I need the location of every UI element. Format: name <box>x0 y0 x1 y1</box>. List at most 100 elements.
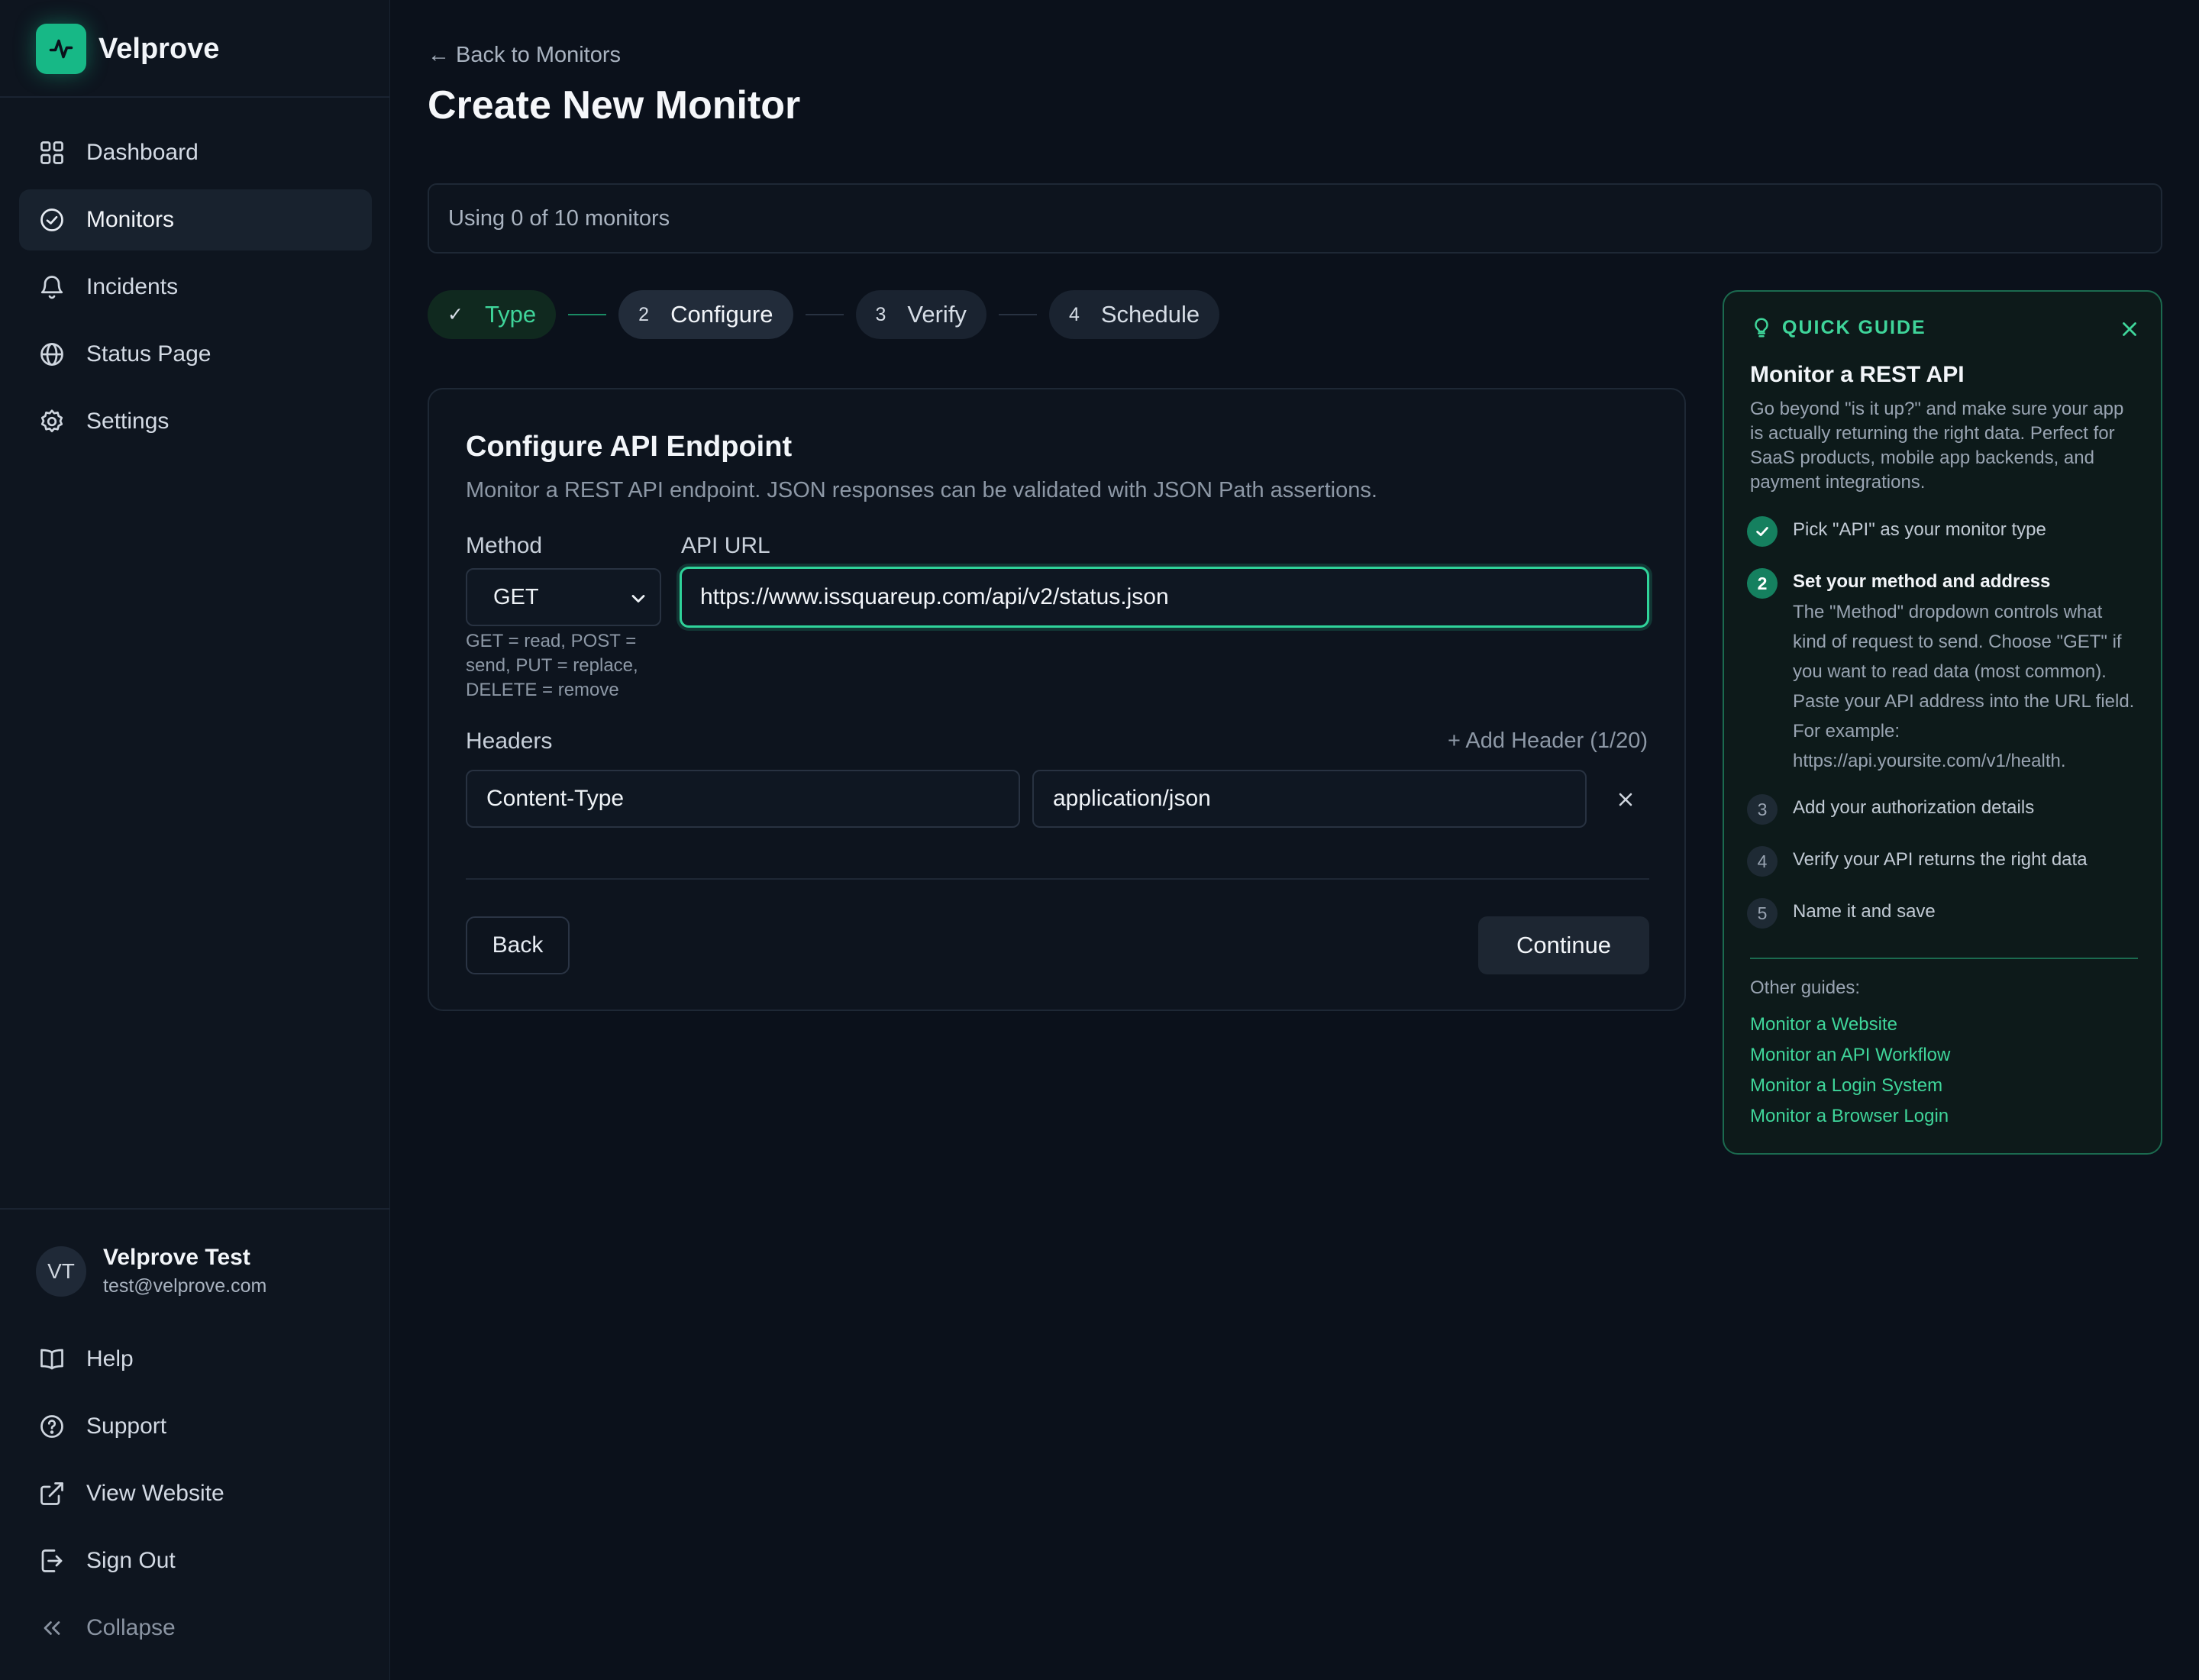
guide-step-text: Set your method and address <box>1793 571 2051 592</box>
user-email: test@velprove.com <box>103 1275 267 1297</box>
help-label: Help <box>86 1346 134 1371</box>
brand[interactable]: Velprove <box>36 23 219 75</box>
view-website-link[interactable]: View Website <box>19 1463 372 1524</box>
api-url-value: https://www.issquareup.com/api/v2/status… <box>700 584 1169 609</box>
guide-step-number: 2 <box>1747 568 1778 599</box>
step-connector <box>998 314 1037 315</box>
usage-text: Using 0 of 10 monitors <box>448 205 670 231</box>
continue-button[interactable]: Continue <box>1478 916 1649 974</box>
guide-step-number: 5 <box>1747 898 1778 929</box>
gear-icon <box>37 407 66 436</box>
card-description: Monitor a REST API endpoint. JSON respon… <box>466 478 1377 502</box>
header-key-input[interactable]: Content-Type <box>466 770 1020 828</box>
sidebar-item-label: Incidents <box>86 274 179 299</box>
sidebar-item-dashboard[interactable]: Dashboard <box>19 122 372 183</box>
lightbulb-icon <box>1755 318 1768 338</box>
method-hint: GET = read, POST = send, PUT = replace, … <box>466 631 638 700</box>
guide-title: Monitor a REST API <box>1750 362 1965 387</box>
header-key-value: Content-Type <box>486 786 625 811</box>
card-title: Configure API Endpoint <box>466 431 793 463</box>
guide-link-login-system[interactable]: Monitor a Login System <box>1750 1075 1942 1097</box>
user-profile[interactable]: VT Velprove Test test@velprove.com <box>36 1245 266 1297</box>
check-icon: ✓ <box>447 304 463 325</box>
guide-link-website[interactable]: Monitor a Website <box>1750 1014 1897 1035</box>
book-icon <box>37 1345 66 1374</box>
collapse-label: Collapse <box>86 1615 176 1640</box>
sidebar-item-monitors[interactable]: Monitors <box>19 189 372 250</box>
support-link[interactable]: Support <box>19 1396 372 1457</box>
back-button[interactable]: Back <box>466 916 570 974</box>
api-url-input[interactable]: https://www.issquareup.com/api/v2/status… <box>680 567 1649 628</box>
other-guides-label: Other guides: <box>1750 977 1861 998</box>
step-number: 2 <box>638 303 650 325</box>
help-circle-icon <box>37 1412 66 1441</box>
step-label: Schedule <box>1100 301 1200 328</box>
guide-step-text: Add your authorization details <box>1793 797 2035 818</box>
close-icon[interactable] <box>2118 318 2141 341</box>
step-connector <box>568 314 607 315</box>
back-to-monitors-link[interactable]: ← Back to Monitors <box>428 43 621 68</box>
chevron-down-icon <box>631 595 645 603</box>
guide-step: Pick "API" as your monitor type <box>1747 515 2136 547</box>
sidebar: Velprove Dashboard Monitors Incidents St… <box>0 0 390 1680</box>
method-select[interactable]: GET <box>466 568 661 626</box>
sign-out-button[interactable]: Sign Out <box>19 1530 372 1591</box>
step-configure[interactable]: 2 Configure <box>618 290 793 339</box>
bell-icon <box>37 273 66 302</box>
avatar: VT <box>36 1245 86 1297</box>
check-circle-icon <box>37 205 66 234</box>
guide-step-detail: The "Method" dropdown controls what kind… <box>1793 602 2135 771</box>
close-icon <box>1619 793 1632 806</box>
add-header-button[interactable]: + Add Header (1/20) <box>1448 729 1648 754</box>
usage-banner: Using 0 of 10 monitors <box>428 183 2162 254</box>
guide-description: Go beyond "is it up?" and make sure your… <box>1750 399 2124 493</box>
activity-logo-icon <box>36 24 86 74</box>
guide-divider <box>1750 958 2138 959</box>
chevrons-left-icon <box>37 1614 66 1643</box>
api-url-label: API URL <box>681 533 770 558</box>
remove-header-button[interactable] <box>1611 785 1640 814</box>
globe-icon <box>37 340 66 369</box>
header-value-value: application/json <box>1053 786 1211 811</box>
step-type[interactable]: ✓ Type <box>428 290 557 339</box>
guide-link-api-workflow[interactable]: Monitor an API Workflow <box>1750 1045 1950 1066</box>
sidebar-divider <box>0 96 390 98</box>
sidebar-item-label: Monitors <box>86 207 175 232</box>
headers-label: Headers <box>466 729 553 754</box>
grid-icon <box>37 138 66 167</box>
guide-step-text: Pick "API" as your monitor type <box>1793 519 2046 540</box>
check-icon <box>1747 516 1778 547</box>
method-label: Method <box>466 533 543 558</box>
guide-step: 2 Set your method and address The "Metho… <box>1747 567 2136 776</box>
stepper: ✓ Type 2 Configure 3 Verify 4 Schedule <box>428 290 1220 339</box>
sidebar-item-label: Dashboard <box>86 140 199 165</box>
sidebar-item-incidents[interactable]: Incidents <box>19 257 372 318</box>
support-label: Support <box>86 1413 167 1439</box>
sidebar-divider <box>0 1208 390 1210</box>
page-title: Create New Monitor <box>428 83 801 128</box>
step-label: Configure <box>670 301 773 328</box>
user-name: Velprove Test <box>103 1245 250 1270</box>
guide-step-number: 4 <box>1747 846 1778 877</box>
header-value-input[interactable]: application/json <box>1032 770 1587 828</box>
guide-header: QUICK GUIDE <box>1750 316 1926 339</box>
card-divider <box>466 878 1649 880</box>
sidebar-item-label: Status Page <box>86 341 212 367</box>
collapse-button[interactable]: Collapse <box>19 1598 372 1659</box>
step-connector <box>805 314 844 315</box>
step-verify[interactable]: 3 Verify <box>855 290 986 339</box>
step-label: Verify <box>907 301 967 328</box>
method-value: GET <box>493 584 539 609</box>
guide-link-browser-login[interactable]: Monitor a Browser Login <box>1750 1106 1949 1127</box>
step-number: 3 <box>875 303 886 325</box>
step-schedule[interactable]: 4 Schedule <box>1048 290 1220 339</box>
guide-step-text: Verify your API returns the right data <box>1793 849 2088 870</box>
guide-step: 5 Name it and save <box>1747 897 2136 929</box>
guide-step: 4 Verify your API returns the right data <box>1747 845 2136 877</box>
configure-card: Configure API Endpoint Monitor a REST AP… <box>428 388 1686 1011</box>
guide-step: 3 Add your authorization details <box>1747 793 2136 825</box>
help-link[interactable]: Help <box>19 1329 372 1390</box>
step-number: 4 <box>1068 303 1080 325</box>
sidebar-item-status-page[interactable]: Status Page <box>19 324 372 385</box>
sidebar-item-settings[interactable]: Settings <box>19 391 372 452</box>
